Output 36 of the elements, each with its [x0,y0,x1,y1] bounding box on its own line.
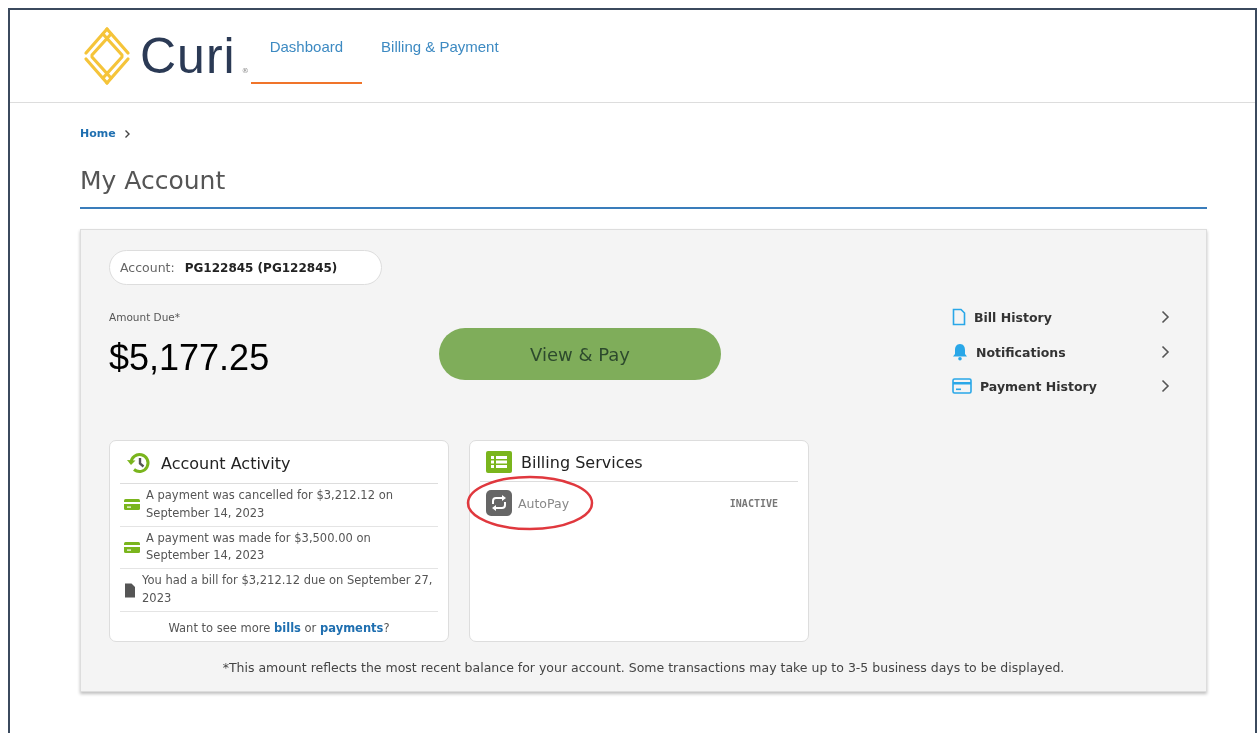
card-title: Billing Services [521,452,643,472]
credit-card-icon [952,378,972,394]
activity-text: You had a bill for $3,212.12 due on September 27, 2023 [142,572,434,608]
view-pay-button[interactable]: View & Pay [439,328,721,380]
activity-text: A payment was made for $3,500.00 on September 14, 2023 [146,529,372,565]
status-label: INACTIVE [729,497,778,509]
activity-text: A payment was cancelled for $3,212.12 on September 14, 2023 [146,487,394,522]
chevron-icon[interactable] [1161,379,1170,393]
card-title: Account Activity [161,453,291,473]
see-more-text: Want to see more bills or payments? [167,620,391,635]
nav-tab[interactable]: Dashboard [250,10,363,84]
payments-link[interactable]: payments [320,620,384,635]
chevron-icon[interactable] [1161,345,1170,359]
breadcrumb-link[interactable]: Home [80,127,116,140]
bell-icon [952,343,968,361]
chevron-icon[interactable] [1161,310,1170,324]
quick-link[interactable]: Payment History [980,378,1097,394]
document-icon [124,582,136,598]
bills-link[interactable]: bills [274,620,301,635]
document-icon [952,308,966,326]
list-icon [486,451,512,473]
history-icon [126,451,152,475]
quick-link[interactable]: Bill History [974,309,1052,325]
nav-tab[interactable]: Billing & Payment [362,10,518,84]
service-name[interactable]: AutoPay [518,495,570,511]
amount-due: $5,177.25 [109,337,271,379]
logo-wordmark: Curi [140,27,236,85]
amount-due-label: Amount Due* [109,311,182,323]
repeat-icon [486,490,512,516]
quick-link[interactable]: Notifications [976,344,1066,360]
credit-card-icon [124,498,140,512]
page-title: My Account [80,166,1207,209]
account-selector[interactable]: Account: PG122845 (PG122845) [109,250,383,285]
chevron-icon [123,128,131,139]
credit-card-icon [124,540,140,554]
footnote: *This amount reflects the most recent balance for your account. Some transactions may take up to 3-5 business days to be displayed. [221,660,1066,675]
